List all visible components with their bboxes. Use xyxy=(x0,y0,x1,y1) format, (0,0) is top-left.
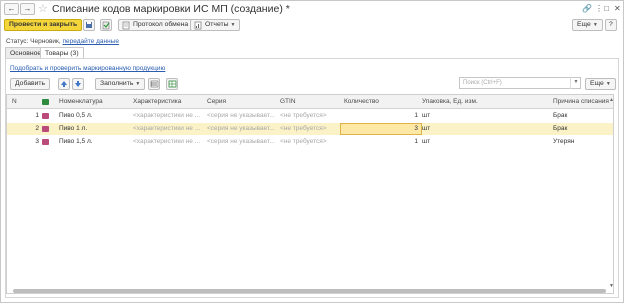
more-vertical-icon[interactable]: ⋮ xyxy=(595,4,603,13)
cell-quantity[interactable]: 3 xyxy=(344,125,418,132)
product-icon xyxy=(42,139,49,145)
exchange-log-label: Протокол обмена xyxy=(133,21,189,28)
cell-gtin[interactable]: <не требуется> xyxy=(280,112,342,119)
col-header-series[interactable]: Серия xyxy=(207,98,226,105)
cell-nomenclature[interactable]: Пиво 0,5 л. xyxy=(59,112,129,119)
barcode-icon xyxy=(150,80,159,88)
cell-gtin[interactable]: <не требуется> xyxy=(280,125,342,132)
exchange-log-icon xyxy=(122,21,130,30)
fill-button[interactable]: Заполнить ▼ xyxy=(95,78,146,90)
reports-icon xyxy=(194,21,202,30)
send-data-link[interactable]: передайте данные xyxy=(63,38,119,45)
col-header-reason[interactable]: Причина списания xyxy=(553,98,609,105)
favorite-star-icon[interactable]: ☆ xyxy=(38,2,48,15)
table-row[interactable]: 3 Пиво 1,5 л. <характеристики не ... <се… xyxy=(7,136,613,148)
back-button[interactable]: ← xyxy=(4,3,19,15)
more-actions-label: Еще xyxy=(577,21,591,28)
row-number: 1 xyxy=(35,112,39,119)
post-button[interactable] xyxy=(100,19,112,31)
chevron-down-icon: ▼ xyxy=(592,22,598,28)
col-header-characteristic[interactable]: Характеристика xyxy=(133,98,181,105)
reports-button[interactable]: Отчеты ▼ xyxy=(190,19,241,31)
cell-quantity[interactable]: 1 xyxy=(344,138,418,145)
move-down-button[interactable] xyxy=(72,78,84,90)
cell-series[interactable]: <серия не указывает... xyxy=(207,112,277,119)
cell-quantity[interactable]: 1 xyxy=(344,112,418,119)
chevron-down-icon: ▼ xyxy=(230,22,236,28)
row-number: 2 xyxy=(35,125,39,132)
move-up-button[interactable] xyxy=(58,78,70,90)
arrow-up-icon xyxy=(61,81,67,87)
cell-unit[interactable]: шт xyxy=(422,125,482,132)
scroll-up-icon[interactable]: ▲ xyxy=(609,97,614,103)
status-line: Статус: Черновик, передайте данные xyxy=(6,38,119,45)
col-header-unit[interactable]: Упаковка, Ед. изм. xyxy=(422,98,478,105)
goods-table: N Номенклатура Характеристика Серия GTIN… xyxy=(6,94,614,294)
cell-characteristic[interactable]: <характеристики не ... xyxy=(133,125,205,132)
col-header-quantity[interactable]: Количество xyxy=(344,98,379,105)
table-icon xyxy=(42,99,49,105)
table-row[interactable]: 1 Пиво 0,5 л. <характеристики не ... <се… xyxy=(7,110,613,122)
cell-gtin[interactable]: <не требуется> xyxy=(280,138,342,145)
reports-label: Отчеты xyxy=(205,21,229,28)
fill-label: Заполнить xyxy=(100,80,134,87)
cell-reason[interactable]: Брак xyxy=(553,125,611,132)
document-window: ← → ☆ Списание кодов маркировки ИС МП (с… xyxy=(0,0,624,303)
col-header-gtin[interactable]: GTIN xyxy=(280,98,296,105)
cell-unit[interactable]: шт xyxy=(422,112,482,119)
link-icon[interactable]: 🔗 xyxy=(582,4,592,13)
save-button[interactable] xyxy=(83,19,95,31)
pick-and-check-link[interactable]: Подобрать и проверить маркированную прод… xyxy=(10,65,165,72)
close-icon[interactable]: ✕ xyxy=(614,4,621,13)
scroll-down-icon[interactable]: ▼ xyxy=(609,283,614,289)
cell-series[interactable]: <серия не указывает... xyxy=(207,125,277,132)
more-actions-button[interactable]: Еще ▼ xyxy=(572,19,603,31)
data-collection-button[interactable] xyxy=(166,78,178,90)
col-header-n[interactable]: N xyxy=(12,98,17,105)
table-icon xyxy=(168,80,177,88)
cell-nomenclature[interactable]: Пиво 1,5 л. xyxy=(59,138,129,145)
barcode-scan-button[interactable] xyxy=(148,78,160,90)
product-icon xyxy=(42,126,49,132)
exchange-log-button[interactable]: Протокол обмена xyxy=(118,19,194,31)
post-and-close-button[interactable]: Провести и закрыть xyxy=(4,19,83,31)
maximize-icon[interactable]: □ xyxy=(604,4,609,13)
help-button[interactable]: ? xyxy=(605,19,617,31)
table-header: N Номенклатура Характеристика Серия GTIN… xyxy=(7,95,613,109)
chevron-down-icon: ▼ xyxy=(135,81,141,87)
forward-button[interactable]: → xyxy=(20,3,35,15)
cell-reason[interactable]: Брак xyxy=(553,112,611,119)
page-title: Списание кодов маркировки ИС МП (создани… xyxy=(52,3,290,15)
arrow-down-icon xyxy=(75,81,81,87)
form-toolbar: Провести и закрыть Протокол обмена Отчет… xyxy=(1,18,623,34)
cell-reason[interactable]: Утерян xyxy=(553,138,611,145)
cell-series[interactable]: <серия не указывает... xyxy=(207,138,277,145)
cell-characteristic[interactable]: <характеристики не ... xyxy=(133,112,205,119)
product-icon xyxy=(42,113,49,119)
chevron-down-icon: ▼ xyxy=(605,81,611,87)
search-dropdown-icon[interactable]: ▼ xyxy=(570,77,581,89)
cell-unit[interactable]: шт xyxy=(422,138,482,145)
search-input[interactable]: Поиск (Ctrl+F) xyxy=(459,77,581,89)
post-icon xyxy=(102,21,110,30)
save-icon xyxy=(86,22,92,28)
title-bar: ← → ☆ Списание кодов маркировки ИС МП (с… xyxy=(1,1,623,18)
table-row-selected[interactable]: 2 Пиво 1 л. <характеристики не ... <сери… xyxy=(7,123,613,135)
cell-characteristic[interactable]: <характеристики не ... xyxy=(133,138,205,145)
table-more-button[interactable]: Еще ▼ xyxy=(585,78,616,90)
cell-nomenclature[interactable]: Пиво 1 л. xyxy=(59,125,129,132)
status-value: Черновик, xyxy=(30,38,61,45)
table-more-label: Еще xyxy=(590,80,604,87)
add-row-button[interactable]: Добавить xyxy=(10,78,51,90)
row-number: 3 xyxy=(35,138,39,145)
status-label: Статус: xyxy=(6,38,29,45)
horizontal-scrollbar[interactable] xyxy=(13,289,606,293)
col-header-nomenclature[interactable]: Номенклатура xyxy=(59,98,103,105)
